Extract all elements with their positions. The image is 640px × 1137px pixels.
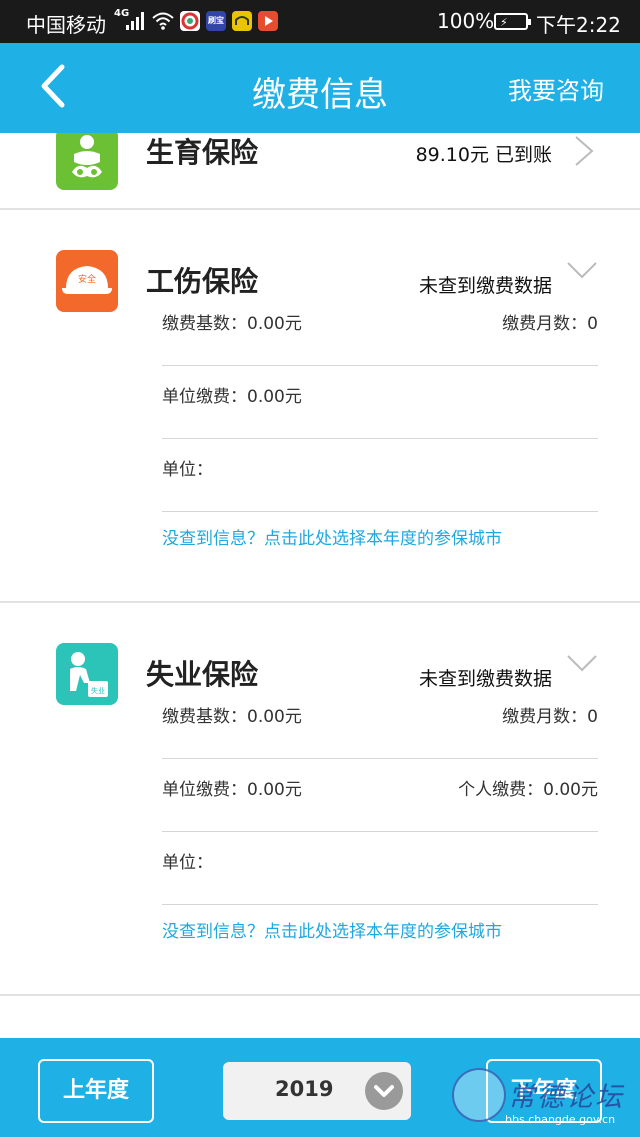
base-amount: 缴费基数：0.00元 (162, 707, 302, 727)
browser-icon (180, 11, 200, 31)
chevron-down-icon[interactable] (365, 1072, 403, 1110)
choose-city-link[interactable]: 没查到信息？点击此处选择本年度的参保城市 (162, 524, 502, 549)
detail-row: 单位： (162, 439, 598, 512)
status-bar: 中国移动 4G 刷宝 100% ⚡ 下午2:22 (0, 0, 640, 43)
months-paid: 缴费月数：0 (502, 314, 598, 334)
helmet-label: 安全 (78, 273, 96, 285)
nav-bar: 缴费信息 我要咨询 (0, 43, 640, 133)
helmet-icon: 安全 (56, 250, 118, 312)
watermark-text: 常德论坛 (508, 1082, 624, 1113)
carrier-label: 中国移动 (26, 13, 106, 37)
months-paid: 缴费月数：0 (502, 707, 598, 727)
detail-row: 单位缴费：0.00元 (162, 366, 598, 439)
employer-name: 单位： (162, 853, 213, 873)
baby-icon (56, 133, 118, 190)
prev-year-button[interactable]: 上年度 (38, 1059, 154, 1123)
employer-name: 单位： (162, 460, 213, 480)
insurance-section-unemployment[interactable]: 失业 失业保险 未查到缴费数据 缴费基数：0.00元 缴费月数：0 单位缴费：0… (0, 603, 640, 996)
detail-row: 缴费基数：0.00元 缴费月数：0 (162, 686, 598, 759)
insurance-name: 生育保险 (146, 136, 259, 169)
battery-icon: ⚡ (494, 13, 531, 30)
unemployed-label: 失业 (91, 686, 105, 695)
clock: 下午2:22 (536, 13, 621, 37)
video-icon (258, 11, 278, 31)
chevron-down-icon[interactable] (566, 653, 598, 673)
detail-row: 缴费基数：0.00元 缴费月数：0 (162, 293, 598, 366)
car-app-icon (232, 11, 252, 31)
content-scroll[interactable]: 生育保险 89.10元 已到账 安全 工伤保险 未查到缴费数据 缴费基数：0.0… (0, 133, 640, 1038)
app-icon: 刷宝 (206, 11, 226, 31)
year-selector-bar: 上年度 2019 下年度 常德论坛 bbs.changde.gov.cn (0, 1038, 640, 1137)
detail-row: 单位： (162, 832, 598, 905)
detail-row: 单位缴费：0.00元 个人缴费：0.00元 (162, 759, 598, 832)
employer-payment: 单位缴费：0.00元 (162, 387, 302, 407)
signal-icon (126, 12, 146, 30)
battery-percent: 100% (437, 9, 495, 33)
chevron-right-icon[interactable] (572, 135, 596, 167)
employer-payment: 单位缴费：0.00元 (162, 780, 302, 800)
consult-button[interactable]: 我要咨询 (508, 71, 604, 106)
insurance-status: 89.10元 已到账 (415, 144, 552, 166)
choose-city-link[interactable]: 没查到信息？点击此处选择本年度的参保城市 (162, 917, 502, 942)
personal-payment: 个人缴费：0.00元 (458, 780, 598, 800)
watermark-seal-icon (452, 1068, 506, 1122)
insurance-section-maternity[interactable]: 生育保险 89.10元 已到账 (0, 133, 640, 210)
watermark-url: bbs.changde.gov.cn (505, 1113, 616, 1126)
wifi-icon (152, 12, 174, 30)
year-value: 2019 (275, 1077, 334, 1101)
unemployed-icon: 失业 (56, 643, 118, 705)
base-amount: 缴费基数：0.00元 (162, 314, 302, 334)
insurance-section-work-injury[interactable]: 安全 工伤保险 未查到缴费数据 缴费基数：0.00元 缴费月数：0 单位缴费：0… (0, 210, 640, 603)
year-dropdown[interactable]: 2019 (223, 1062, 411, 1120)
chevron-down-icon[interactable] (566, 260, 598, 280)
